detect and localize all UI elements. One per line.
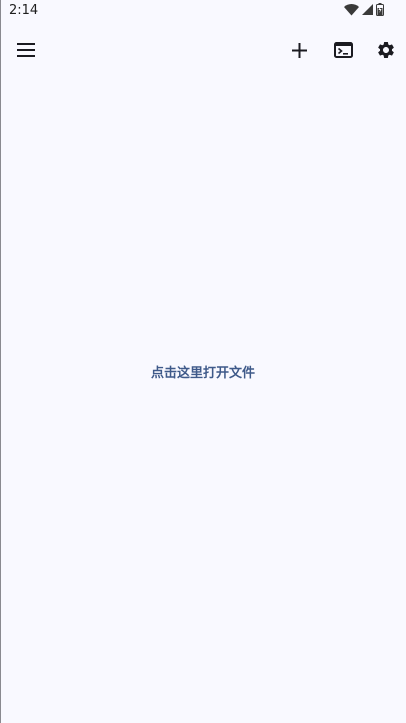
terminal-icon xyxy=(333,42,353,58)
wifi-icon xyxy=(344,3,359,16)
settings-icon xyxy=(376,40,396,60)
settings-button[interactable] xyxy=(366,30,406,70)
status-time: 2:14 xyxy=(9,3,39,18)
top-app-bar xyxy=(0,26,406,74)
status-bar: 2:14 xyxy=(0,0,406,22)
menu-button[interactable] xyxy=(6,30,46,70)
terminal-button[interactable] xyxy=(323,30,363,70)
battery-icon xyxy=(376,3,384,16)
editor-area[interactable]: 点击这里打开文件 xyxy=(0,74,406,715)
cell-signal-icon xyxy=(362,4,373,15)
add-icon xyxy=(291,42,307,58)
add-button[interactable] xyxy=(279,30,319,70)
menu-icon xyxy=(17,43,35,57)
open-file-link[interactable]: 点击这里打开文件 xyxy=(0,362,406,381)
status-icons xyxy=(344,3,384,16)
navigation-bar xyxy=(0,715,406,723)
